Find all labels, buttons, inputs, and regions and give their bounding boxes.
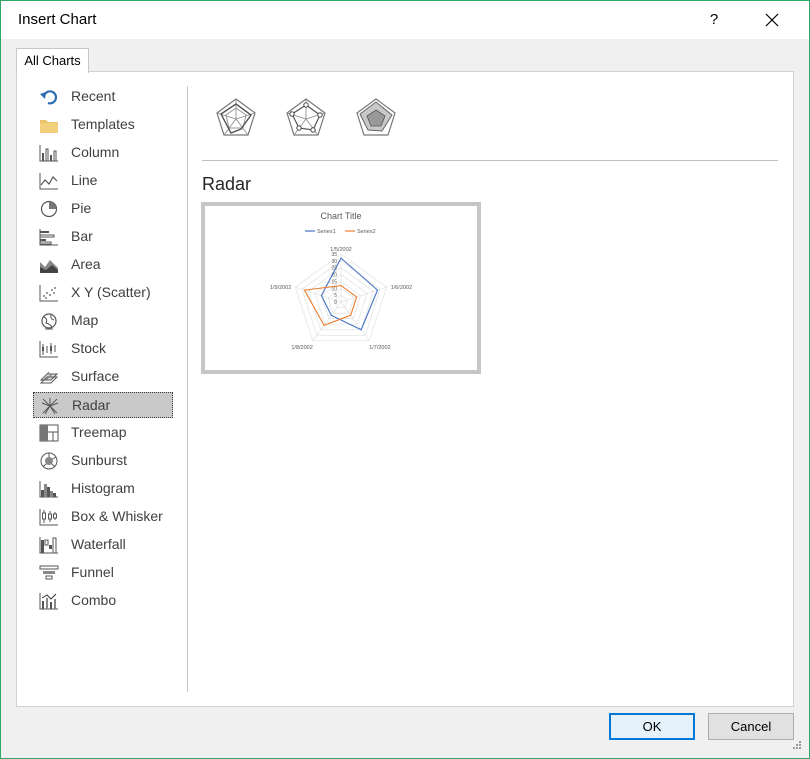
chart-type-treemap[interactable]: Treemap bbox=[33, 420, 173, 446]
axis-tick-label: 30 bbox=[331, 259, 337, 265]
axis-spoke bbox=[340, 286, 387, 303]
chart-type-surface[interactable]: Surface bbox=[33, 364, 173, 390]
chart-type-label: Radar bbox=[72, 397, 111, 413]
chart-type-waterfall[interactable]: Waterfall bbox=[33, 532, 173, 558]
ok-button[interactable]: OK bbox=[609, 713, 695, 740]
chart-type-label: Line bbox=[71, 172, 98, 188]
radar-subtype-icon bbox=[216, 98, 256, 136]
subtype-radar[interactable] bbox=[201, 84, 271, 154]
chart-type-bar[interactable]: Bar bbox=[33, 224, 173, 250]
subtype-filled-radar[interactable] bbox=[341, 84, 411, 154]
chart-type-label: Area bbox=[71, 256, 101, 272]
sunburst-chart-icon bbox=[40, 452, 58, 470]
chart-type-stock[interactable]: Stock bbox=[33, 336, 173, 362]
chart-type-radar[interactable]: Radar bbox=[33, 392, 173, 418]
map-chart-icon bbox=[41, 313, 57, 330]
scatter-chart-icon bbox=[39, 285, 58, 302]
axis-tick-label: 5 bbox=[334, 293, 337, 299]
funnel-chart-icon bbox=[39, 565, 59, 580]
chart-type-sunburst[interactable]: Sunburst bbox=[33, 448, 173, 474]
stock-chart-icon bbox=[39, 341, 58, 358]
chart-type-label: Waterfall bbox=[71, 536, 126, 552]
preview-title: Radar bbox=[202, 174, 252, 194]
title-bar: Insert Chart ? bbox=[1, 1, 809, 39]
radar-chart-icon bbox=[41, 398, 59, 415]
filled-radar-subtype-icon bbox=[356, 98, 396, 136]
chart-type-list: Recent Templates Column Line Pie Bar Area X Y (… bbox=[31, 84, 191, 616]
category-label: 1/9/2002 bbox=[270, 285, 291, 291]
combo-chart-icon bbox=[39, 593, 58, 610]
chart-type-area[interactable]: Area bbox=[33, 252, 173, 278]
chart-type-histogram[interactable]: Histogram bbox=[33, 476, 173, 502]
dialog-title: Insert Chart bbox=[18, 11, 97, 28]
chart-type-label: Sunburst bbox=[71, 452, 128, 468]
treemap-chart-icon bbox=[39, 424, 59, 442]
cancel-button[interactable]: Cancel bbox=[708, 713, 794, 740]
recent-icon bbox=[40, 90, 58, 105]
pie-chart-icon bbox=[40, 200, 58, 218]
chart-type-label: Histogram bbox=[71, 480, 135, 496]
category-label: 1/5/2002 bbox=[330, 247, 351, 253]
category-label: 1/6/2002 bbox=[391, 285, 412, 291]
tab-content-panel: Recent Templates Column Line Pie Bar Area X Y (… bbox=[16, 71, 794, 707]
waterfall-chart-icon bbox=[39, 537, 58, 554]
radar-chart-preview: Chart TitleSeries1 Series2051015202530351… bbox=[270, 211, 412, 351]
chart-type-label: Surface bbox=[71, 368, 120, 384]
help-button[interactable]: ? bbox=[699, 5, 729, 35]
vertical-divider bbox=[187, 86, 188, 692]
horizontal-divider bbox=[202, 160, 778, 161]
chart-type-column[interactable]: Column bbox=[33, 140, 173, 166]
category-label: 1/7/2002 bbox=[369, 345, 390, 351]
chart-type-label: Stock bbox=[71, 340, 107, 356]
chart-type-pie[interactable]: Pie bbox=[33, 196, 173, 222]
chart-type-label: Treemap bbox=[71, 424, 127, 440]
chart-type-map[interactable]: Map bbox=[33, 308, 173, 334]
chart-type-recent[interactable]: Recent bbox=[33, 84, 173, 110]
insert-chart-dialog: Insert Chart ? All Charts Recent Template… bbox=[0, 0, 810, 759]
chart-type-line[interactable]: Line bbox=[33, 168, 173, 194]
legend-label-series2: Series2 bbox=[357, 229, 376, 235]
chart-type-box-whisker[interactable]: Box & Whisker bbox=[33, 504, 173, 530]
surface-chart-icon bbox=[39, 371, 59, 384]
bar-chart-icon bbox=[39, 229, 58, 246]
chart-type-templates[interactable]: Templates bbox=[33, 112, 173, 138]
chart-type-label: Pie bbox=[71, 200, 92, 216]
chart-title: Chart Title bbox=[320, 211, 361, 221]
radar-markers-subtype-icon bbox=[286, 98, 326, 136]
area-chart-icon bbox=[40, 260, 58, 273]
resize-grip-icon[interactable] bbox=[790, 738, 802, 750]
box-whisker-chart-icon bbox=[39, 509, 58, 526]
subtype-radar-with-markers[interactable] bbox=[271, 84, 341, 154]
chart-type-label: Box & Whisker bbox=[71, 508, 163, 524]
histogram-chart-icon bbox=[39, 481, 58, 498]
legend-label-series1: Series1 bbox=[317, 229, 336, 235]
close-button[interactable] bbox=[755, 5, 789, 35]
chart-type-label: X Y (Scatter) bbox=[71, 284, 151, 300]
axis-tick-label: 15 bbox=[331, 279, 337, 285]
chart-type-label: Funnel bbox=[71, 564, 114, 580]
chart-type-label: Column bbox=[71, 144, 120, 160]
chart-type-label: Templates bbox=[71, 116, 135, 132]
tab-all-charts[interactable]: All Charts bbox=[16, 48, 89, 73]
chart-type-label: Map bbox=[71, 312, 99, 328]
column-chart-icon bbox=[39, 145, 58, 162]
folder-icon bbox=[40, 120, 58, 133]
chart-type-label: Recent bbox=[71, 88, 116, 104]
chart-type-x-y-scatter[interactable]: X Y (Scatter) bbox=[33, 280, 173, 306]
category-label: 1/8/2002 bbox=[291, 345, 312, 351]
chart-preview[interactable]: Chart Title Series1 Series2 0 5 10 15 20 25 30 35 1… bbox=[201, 202, 481, 374]
axis-tick-label: 0 bbox=[334, 300, 337, 306]
chart-type-label: Bar bbox=[71, 228, 93, 244]
line-chart-icon bbox=[39, 173, 58, 190]
chart-type-label: Combo bbox=[71, 592, 117, 608]
chart-type-funnel[interactable]: Funnel bbox=[33, 560, 173, 586]
chart-type-combo[interactable]: Combo bbox=[33, 588, 173, 614]
close-icon bbox=[765, 13, 779, 27]
